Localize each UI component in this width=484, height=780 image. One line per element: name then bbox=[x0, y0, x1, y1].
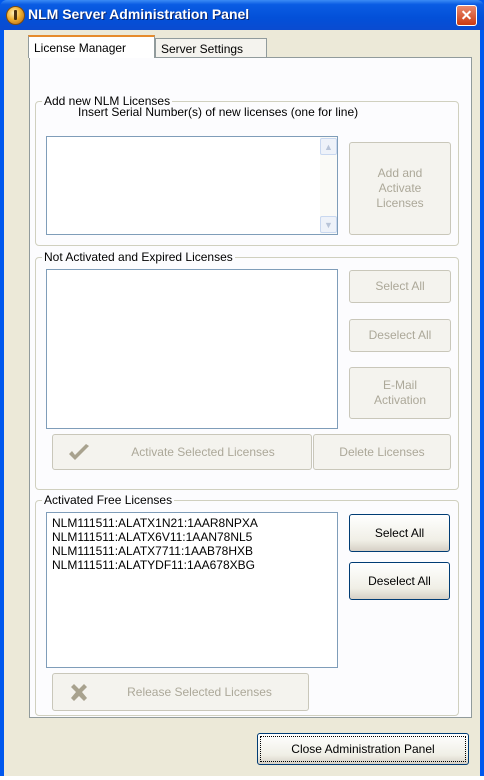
serials-instruction: Insert Serial Number(s) of new licenses … bbox=[78, 105, 359, 119]
add-activate-line-3: Licenses bbox=[376, 196, 424, 210]
not-activated-group-label: Not Activated and Expired Licenses bbox=[42, 250, 235, 264]
x-mark-icon bbox=[71, 684, 87, 701]
activated-license-item[interactable]: NLM111511:ALATX7711:1AAB78HXB bbox=[52, 544, 253, 558]
release-selected-button[interactable]: Release Selected Licenses bbox=[52, 673, 309, 711]
close-panel-button[interactable]: Close Administration Panel bbox=[257, 733, 469, 765]
scroll-up-icon[interactable]: ▲ bbox=[320, 138, 337, 155]
release-selected-label: Release Selected Licenses bbox=[127, 684, 272, 699]
not-activated-list[interactable] bbox=[46, 269, 338, 429]
email-activation-button[interactable]: E-Mail Activation bbox=[349, 367, 451, 419]
add-activate-button[interactable]: Add and Activate Licenses bbox=[349, 142, 451, 235]
activated-license-item[interactable]: NLM111511:ALATX1N21:1AAR8NPXA bbox=[52, 516, 258, 530]
tab-page-license-manager: Add new NLM Licenses Insert Serial Numbe… bbox=[29, 57, 472, 718]
activated-list[interactable]: NLM111511:ALATX1N21:1AAR8NPXA NLM111511:… bbox=[46, 512, 338, 668]
tab-license-manager[interactable]: License Manager bbox=[28, 35, 155, 58]
tab-server-settings[interactable]: Server Settings bbox=[155, 38, 267, 59]
serials-scrollbar[interactable]: ▲ ▼ bbox=[320, 137, 337, 234]
add-activate-line-2: Activate bbox=[378, 181, 422, 195]
activate-selected-button[interactable]: Activate Selected Licenses bbox=[52, 434, 312, 470]
deselect-all-activated-button[interactable]: Deselect All bbox=[349, 562, 450, 600]
select-all-not-activated-button[interactable]: Select All bbox=[349, 270, 451, 303]
scroll-down-icon[interactable]: ▼ bbox=[320, 216, 337, 233]
title-bar[interactable]: NLM Server Administration Panel bbox=[0, 0, 484, 30]
checkmark-icon bbox=[69, 444, 89, 460]
nlm-key-icon bbox=[6, 6, 25, 25]
add-licenses-group: Add new NLM Licenses Insert Serial Numbe… bbox=[35, 94, 459, 246]
email-activation-line-2: Activation bbox=[373, 393, 427, 407]
add-activate-line-1: Add and bbox=[377, 166, 423, 180]
email-activation-line-1: E-Mail bbox=[382, 378, 417, 392]
activated-license-item[interactable]: NLM111511:ALATYDF11:1AA678XBG bbox=[52, 558, 255, 572]
activated-license-item[interactable]: NLM111511:ALATX6V11:1AAN78NL5 bbox=[52, 530, 252, 544]
deselect-all-not-activated-button[interactable]: Deselect All bbox=[349, 319, 451, 352]
activated-group: Activated Free Licenses NLM111511:ALATX1… bbox=[35, 493, 459, 716]
activate-selected-label: Activate Selected Licenses bbox=[131, 444, 275, 459]
serials-textarea[interactable]: ▲ ▼ bbox=[46, 136, 338, 235]
close-icon[interactable] bbox=[456, 5, 477, 26]
activated-group-label: Activated Free Licenses bbox=[42, 493, 175, 507]
window-title: NLM Server Administration Panel bbox=[28, 6, 250, 22]
not-activated-group: Not Activated and Expired Licenses Selec… bbox=[35, 250, 459, 490]
delete-licenses-button[interactable]: Delete Licenses bbox=[313, 434, 451, 470]
select-all-activated-button[interactable]: Select All bbox=[349, 514, 450, 552]
